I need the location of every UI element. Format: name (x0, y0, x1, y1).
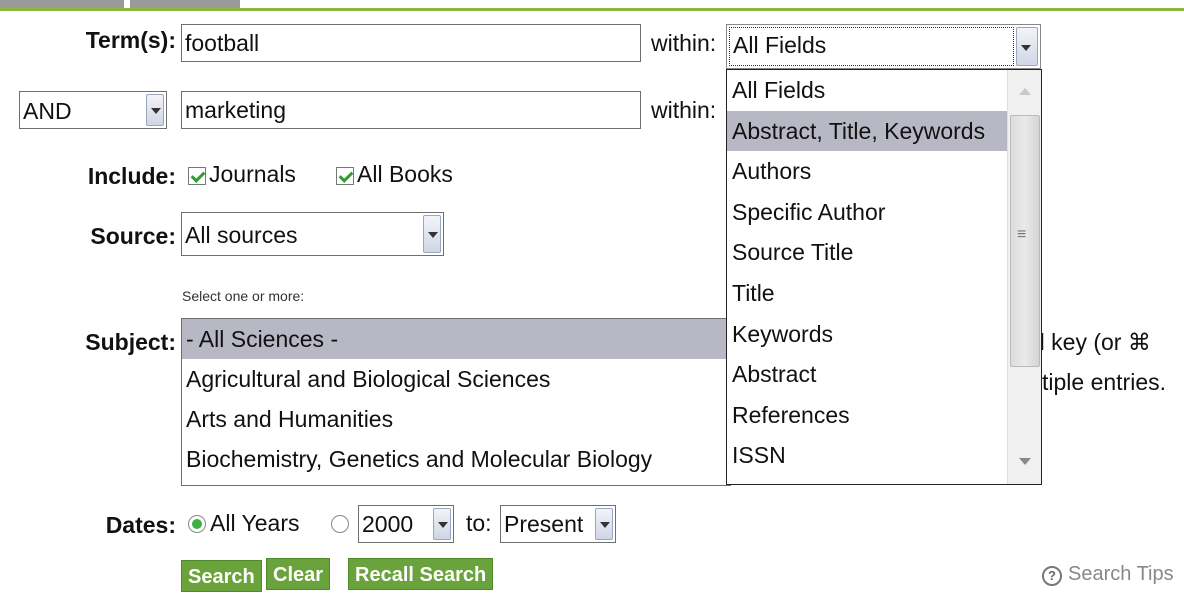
to-year-value: Present (504, 511, 584, 537)
terms-label: Term(s): (85, 27, 176, 53)
dropdown-scrollbar[interactable]: ≡ (1007, 70, 1041, 484)
within-select-1-value: All Fields (733, 32, 827, 58)
chevron-down-icon[interactable] (146, 94, 164, 126)
all-years-label: All Years (210, 510, 300, 536)
scroll-up-arrow-icon[interactable] (1019, 88, 1031, 95)
subject-option[interactable]: Arts and Humanities (182, 399, 730, 439)
within-option[interactable]: References (727, 395, 1007, 436)
within-option[interactable]: ISSN (727, 435, 1007, 476)
within-option[interactable]: Authors (727, 151, 1007, 192)
grip-icon: ≡ (1017, 226, 1027, 243)
within-option-highlighted[interactable]: Abstract, Title, Keywords (727, 110, 1007, 152)
scroll-thumb[interactable]: ≡ (1010, 115, 1040, 367)
within-option[interactable]: All Fields (727, 70, 1007, 111)
subject-label: Subject: (85, 329, 176, 355)
chevron-down-icon[interactable] (1016, 27, 1038, 66)
dates-label: Dates: (105, 512, 176, 538)
operator-select-value: AND (23, 98, 72, 124)
help-icon[interactable]: ? (1042, 566, 1062, 586)
within-option[interactable]: Keywords (727, 314, 1007, 355)
within-option[interactable]: Specific Author (727, 192, 1007, 233)
recall-search-button[interactable]: Recall Search (348, 558, 494, 590)
source-select-value: All sources (185, 222, 298, 248)
from-year-value: 2000 (362, 511, 414, 537)
year-range-radio[interactable] (331, 515, 349, 533)
within-option[interactable]: Source Title (727, 232, 1007, 273)
term2-input[interactable]: marketing (181, 91, 641, 129)
subject-option[interactable]: Agricultural and Biological Sciences (182, 359, 730, 399)
clear-button[interactable]: Clear (266, 558, 331, 590)
include-label: Include: (87, 163, 176, 189)
from-year-select[interactable]: 2000 (358, 505, 454, 543)
subject-hint: Select one or more: (182, 288, 305, 304)
to-year-select[interactable]: Present (500, 505, 616, 543)
within-option[interactable]: Abstract (727, 354, 1007, 395)
nav-tab-1[interactable] (0, 0, 124, 8)
within-option[interactable]: Title (727, 273, 1007, 314)
to-label: to: (466, 510, 492, 536)
term1-input[interactable]: football (181, 24, 641, 62)
within-select-1[interactable]: All Fields (726, 24, 1041, 69)
subject-option[interactable]: - All Sciences - (182, 319, 730, 359)
journals-checkbox[interactable] (188, 167, 206, 185)
search-button[interactable]: Search (181, 560, 262, 592)
chevron-down-icon[interactable] (433, 508, 451, 540)
source-label: Source: (90, 223, 176, 249)
within-label-1: within: (651, 30, 717, 56)
subject-note-line2: tiple entries. (1042, 369, 1167, 395)
within-dropdown-list[interactable]: All Fields Abstract, Title, Keywords Aut… (726, 69, 1042, 485)
all-books-checkbox[interactable] (336, 167, 354, 185)
subject-note-line1: rl key (or ⌘ (1032, 329, 1151, 355)
all-years-radio[interactable] (188, 515, 206, 533)
top-nav-bar (0, 0, 1184, 12)
subject-listbox[interactable]: - All Sciences - Agricultural and Biolog… (181, 318, 731, 486)
all-books-checkbox-label: All Books (357, 161, 453, 187)
accent-divider (0, 8, 1184, 11)
search-tips-link[interactable]: Search Tips (1068, 563, 1174, 586)
subject-option[interactable]: Biochemistry, Genetics and Molecular Bio… (182, 439, 730, 479)
source-select[interactable]: All sources (181, 212, 444, 256)
scroll-down-arrow-icon[interactable] (1019, 458, 1031, 465)
within-label-2: within: (651, 97, 717, 123)
operator-select[interactable]: AND (19, 91, 167, 129)
chevron-down-icon[interactable] (423, 215, 441, 253)
nav-tab-2[interactable] (130, 0, 240, 8)
chevron-down-icon[interactable] (595, 508, 613, 540)
journals-checkbox-label: Journals (209, 161, 296, 187)
